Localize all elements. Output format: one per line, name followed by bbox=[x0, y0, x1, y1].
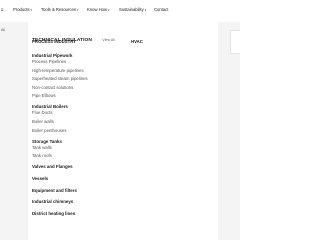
mega-menu-panel: TECHNICAL INSULATION View All PROCESS IN… bbox=[28, 22, 218, 240]
chevron-down-icon: ▾ bbox=[76, 8, 79, 12]
menu-item[interactable]: Tank walls bbox=[32, 145, 122, 154]
page: o Products▾ Tools & Resources▾ Know How▾… bbox=[0, 0, 240, 240]
process-industry-list: Industrial Pipework Process Pipelines Hi… bbox=[32, 53, 122, 222]
nav-item-contact[interactable]: Contact bbox=[154, 7, 168, 12]
nav-item-sustainability[interactable]: Sustainability▾ bbox=[119, 7, 146, 13]
chevron-down-icon: ▾ bbox=[144, 8, 147, 12]
nav-item-sustainability-label: Sustainability bbox=[119, 7, 144, 12]
view-all-link[interactable]: View All bbox=[102, 38, 115, 42]
nav-item-products-label: Products bbox=[13, 7, 30, 12]
menu-item[interactable]: Process Pipelines bbox=[32, 59, 122, 68]
nav-item-know-how[interactable]: Know How▾ bbox=[87, 7, 110, 13]
menu-item[interactable]: Boiler penthouses bbox=[32, 128, 122, 137]
chevron-down-icon: ▾ bbox=[30, 8, 33, 12]
menu-item[interactable]: Boiler walls bbox=[32, 119, 122, 128]
menu-item[interactable]: High-temperature pipelines bbox=[32, 68, 122, 77]
nav-item-home-fragment[interactable]: o bbox=[1, 7, 3, 12]
menu-item[interactable]: Superheated steam pipelines bbox=[32, 76, 122, 85]
sidebar-all-link[interactable]: All bbox=[1, 28, 5, 32]
column-heading-hvac[interactable]: HVAC bbox=[131, 39, 143, 44]
menu-group: Storage Tanks Tank walls Tank roofs bbox=[32, 139, 122, 165]
group-title-vessels[interactable]: Vessels bbox=[32, 176, 122, 188]
menu-group: Industrial Pipework Process Pipelines Hi… bbox=[32, 53, 122, 104]
chevron-down-icon: ▾ bbox=[108, 8, 110, 12]
nav-item-know-how-label: Know How bbox=[87, 7, 108, 12]
top-navigation: o Products▾ Tools & Resources▾ Know How▾… bbox=[0, 0, 240, 23]
menu-group: Industrial Boilers Flue Ducts Boiler wal… bbox=[32, 104, 122, 138]
nav-item-products[interactable]: Products▾ bbox=[13, 7, 32, 13]
column-heading-process-industry[interactable]: PROCESS INDUSTRY bbox=[32, 39, 76, 44]
group-title-industrial-chimneys[interactable]: Industrial chimneys bbox=[32, 199, 122, 211]
group-title-district-heating-lines[interactable]: District heating lines bbox=[32, 211, 122, 223]
sidebar: All bbox=[0, 22, 28, 240]
menu-item[interactable]: Flue Ducts bbox=[32, 110, 122, 119]
nav-item-tools-resources[interactable]: Tools & Resources▾ bbox=[41, 7, 78, 13]
menu-item[interactable]: Non-contact solutions bbox=[32, 85, 122, 94]
menu-item[interactable]: Tank roofs bbox=[32, 153, 122, 162]
nav-item-tools-resources-label: Tools & Resources bbox=[41, 7, 76, 12]
menu-item[interactable]: Pipe Elbows bbox=[32, 93, 122, 102]
right-edge-background bbox=[218, 22, 240, 240]
side-panel-card bbox=[230, 30, 240, 54]
group-title-valves-flanges[interactable]: Valves and Flanges bbox=[32, 164, 122, 176]
group-title-equipment-filters[interactable]: Equipment and filters bbox=[32, 188, 122, 200]
